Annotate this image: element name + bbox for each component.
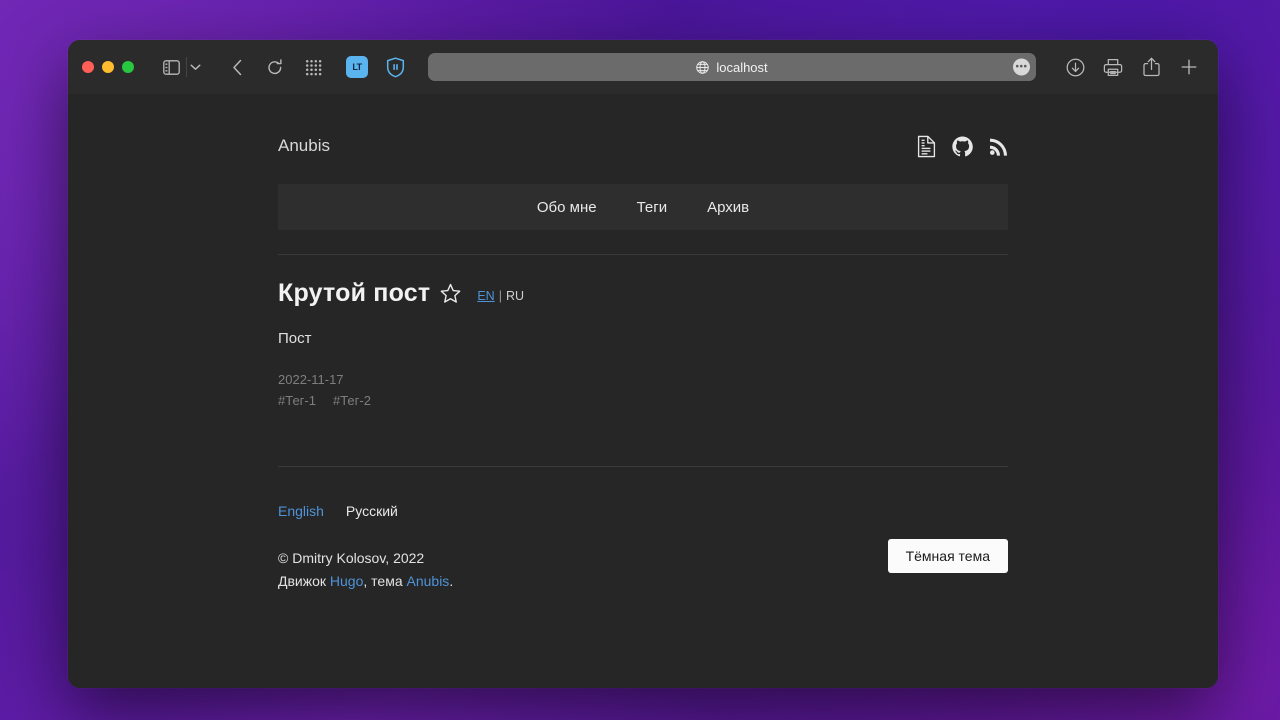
post-lang-en[interactable]: EN	[477, 289, 494, 303]
header-icon-group	[917, 135, 1008, 158]
engine-middle: , тема	[363, 573, 407, 590]
post-lang-separator: |	[498, 288, 502, 303]
page-content: Anubis Обо мне Теги Архив Крутой пост EN…	[278, 94, 1008, 593]
printer-icon	[1103, 58, 1123, 77]
nav-item-archive[interactable]: Архив	[707, 199, 749, 216]
nav-divider	[278, 254, 1008, 255]
post-tag[interactable]: #Тег-1	[278, 391, 316, 412]
footer-credits: © Dmitry Kolosov, 2022 Движок Hugo, тема…	[278, 547, 453, 593]
star-outline-icon[interactable]	[440, 283, 461, 304]
download-icon	[1066, 58, 1085, 77]
grid-icon	[305, 59, 322, 76]
post-tag-list: #Тег-1 #Тег-2	[278, 391, 1008, 412]
page-viewport: Anubis Обо мне Теги Архив Крутой пост EN…	[68, 94, 1218, 688]
post-date: 2022-11-17	[278, 372, 344, 387]
anubis-theme-link[interactable]: Anubis	[407, 573, 450, 589]
window-controls	[82, 61, 134, 73]
browser-window: LT localhost ••• Anubis Обо мне Теги Арх…	[68, 40, 1218, 688]
cv-icon[interactable]	[917, 135, 936, 158]
reload-button[interactable]	[260, 52, 290, 82]
site-title: Anubis	[278, 136, 330, 155]
engine-prefix: Движок	[278, 573, 330, 590]
nav-item-about[interactable]: Обо мне	[537, 199, 597, 216]
post-language-switch: EN | RU	[477, 289, 524, 303]
copyright-text: © Dmitry Kolosov, 2022	[278, 550, 425, 567]
languagetool-extension-button[interactable]: LT	[342, 52, 372, 82]
post-body: Пост	[278, 330, 312, 347]
footer-divider	[278, 466, 1008, 468]
page-menu-button[interactable]: •••	[1013, 58, 1030, 76]
theme-toggle-button[interactable]: Тёмная тема	[887, 539, 1008, 574]
chevron-left-icon	[232, 59, 243, 76]
hugo-link[interactable]: Hugo	[330, 573, 363, 589]
close-window-button[interactable]	[82, 61, 94, 73]
github-icon[interactable]	[952, 136, 973, 157]
address-bar[interactable]: localhost •••	[428, 53, 1036, 81]
footer-row: © Dmitry Kolosov, 2022 Движок Hugo, тема…	[278, 539, 1008, 593]
adguard-extension-button[interactable]	[380, 52, 410, 82]
adguard-shield-icon	[386, 56, 405, 78]
sidebar-toggle-button[interactable]	[156, 52, 186, 82]
back-button[interactable]	[222, 52, 252, 82]
globe-icon	[696, 60, 710, 74]
engine-line: Движок Hugo, тема Anubis.	[278, 570, 453, 593]
rss-icon[interactable]	[989, 137, 1008, 156]
languagetool-icon: LT	[346, 56, 368, 78]
footer-language-links: English Русский	[278, 503, 1008, 519]
share-icon	[1142, 57, 1160, 77]
print-button[interactable]	[1098, 52, 1128, 82]
footer-lang-russian: Русский	[345, 503, 398, 520]
downloads-button[interactable]	[1060, 52, 1090, 82]
post-header: Крутой пост EN | RU	[278, 279, 1008, 308]
maximize-window-button[interactable]	[122, 61, 134, 73]
nav-item-tags[interactable]: Теги	[637, 199, 668, 216]
site-nav: Обо мне Теги Архив	[278, 184, 1008, 230]
post-meta: 2022-11-17 #Тег-1 #Тег-2	[278, 370, 1008, 411]
share-button[interactable]	[1136, 52, 1166, 82]
new-tab-button[interactable]	[1174, 52, 1204, 82]
engine-suffix: .	[449, 573, 454, 590]
toolbar-right-group	[1060, 52, 1204, 82]
post-lang-ru: RU	[505, 288, 524, 303]
chevron-down-icon	[190, 58, 201, 76]
site-header: Anubis	[278, 124, 1008, 168]
tab-overview-chevron[interactable]	[186, 57, 204, 77]
footer-lang-english[interactable]: English	[278, 503, 324, 519]
sidebar-icon	[162, 59, 180, 75]
reload-icon	[267, 58, 283, 76]
address-bar-text: localhost	[716, 59, 768, 75]
minimize-window-button[interactable]	[102, 61, 114, 73]
plus-icon	[1180, 58, 1198, 76]
tab-grid-button[interactable]	[298, 52, 328, 82]
post-tag[interactable]: #Тег-2	[333, 391, 371, 412]
browser-toolbar: LT localhost •••	[68, 40, 1218, 94]
post-title: Крутой пост	[278, 279, 431, 307]
